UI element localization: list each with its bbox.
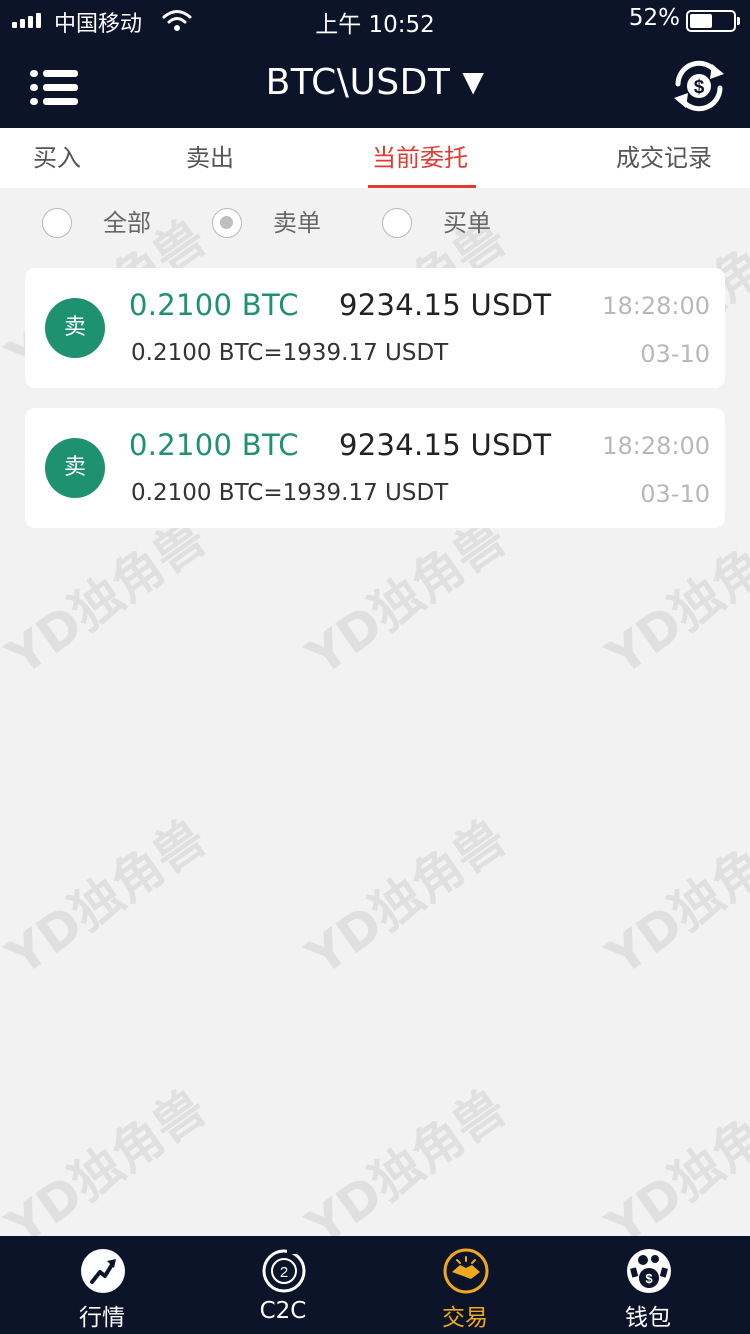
order-date: 03-10 [640, 480, 710, 508]
nav-market[interactable]: 行情 [42, 1236, 162, 1334]
currency-exchange-icon[interactable]: $ [668, 58, 730, 114]
order-tabs: 买入 卖出 当前委托 成交记录 [0, 128, 750, 188]
trading-pair-selector[interactable]: BTC\USDT ▼ [0, 62, 750, 103]
radio-all[interactable] [42, 208, 72, 238]
radio-buy-orders[interactable] [382, 208, 412, 238]
watermark: YD独角兽 [0, 808, 217, 987]
battery-fill [690, 14, 712, 28]
order-amount: 0.2100 BTC [129, 428, 299, 462]
nav-wallet[interactable]: $ 钱包 [588, 1236, 708, 1334]
order-price: 9234.15 USDT [339, 288, 552, 322]
nav-trade[interactable]: 交易 [405, 1236, 525, 1334]
order-card[interactable]: 卖 0.2100 BTC 9234.15 USDT 18:28:00 0.210… [25, 268, 725, 388]
order-type-filter: 全部 卖单 买单 [0, 188, 750, 258]
radio-sell-orders-label[interactable]: 卖单 [273, 208, 321, 238]
sell-badge: 卖 [45, 438, 105, 498]
status-bar: 中国移动 上午 10:52 52% [0, 0, 750, 40]
tab-current-orders[interactable]: 当前委托 [368, 128, 476, 188]
nav-wallet-label: 钱包 [625, 1305, 671, 1331]
order-rate: 0.2100 BTC=1939.17 USDT [131, 340, 449, 366]
order-amount: 0.2100 BTC [129, 288, 299, 322]
tab-buy[interactable]: 买入 [33, 128, 81, 188]
nav-c2c[interactable]: 2 C2C [223, 1236, 343, 1334]
svg-text:2: 2 [280, 1264, 288, 1281]
c2c-icon: 2 [262, 1249, 306, 1293]
radio-buy-orders-label[interactable]: 买单 [443, 208, 491, 238]
nav-c2c-label: C2C [259, 1298, 307, 1324]
svg-text:$: $ [645, 1271, 653, 1286]
order-card[interactable]: 卖 0.2100 BTC 9234.15 USDT 18:28:00 0.210… [25, 408, 725, 528]
nav-trade-label: 交易 [442, 1305, 488, 1331]
watermark: YD独角兽 [596, 808, 750, 987]
top-bar: 中国移动 上午 10:52 52% BTC\USDT ▼ $ [0, 0, 750, 128]
order-date: 03-10 [640, 340, 710, 368]
battery-icon [686, 10, 740, 32]
watermark: YD独角兽 [596, 1078, 750, 1257]
trading-pair-label: BTC\USDT [265, 62, 451, 103]
sell-badge: 卖 [45, 298, 105, 358]
tab-sell[interactable]: 卖出 [186, 128, 234, 188]
order-rate: 0.2100 BTC=1939.17 USDT [131, 480, 449, 506]
watermark: YD独角兽 [296, 808, 517, 987]
tab-trade-history[interactable]: 成交记录 [616, 128, 712, 188]
wallet-money-icon: $ [627, 1249, 671, 1293]
radio-all-label[interactable]: 全部 [103, 208, 151, 238]
order-time: 18:28:00 [602, 432, 710, 460]
market-trend-icon [81, 1249, 125, 1293]
caret-down-icon: ▼ [462, 65, 485, 98]
battery-percent: 52% [628, 5, 680, 31]
radio-sell-orders[interactable] [212, 208, 242, 238]
order-time: 18:28:00 [602, 292, 710, 320]
svg-text:$: $ [694, 77, 705, 98]
bottom-nav: 行情 2 C2C 交易 $ 钱包 [0, 1236, 750, 1334]
order-price: 9234.15 USDT [339, 428, 552, 462]
trade-handshake-icon [443, 1248, 489, 1294]
watermark: YD独角兽 [0, 1078, 217, 1257]
watermark: YD独角兽 [296, 1078, 517, 1257]
nav-market-label: 行情 [79, 1305, 125, 1331]
